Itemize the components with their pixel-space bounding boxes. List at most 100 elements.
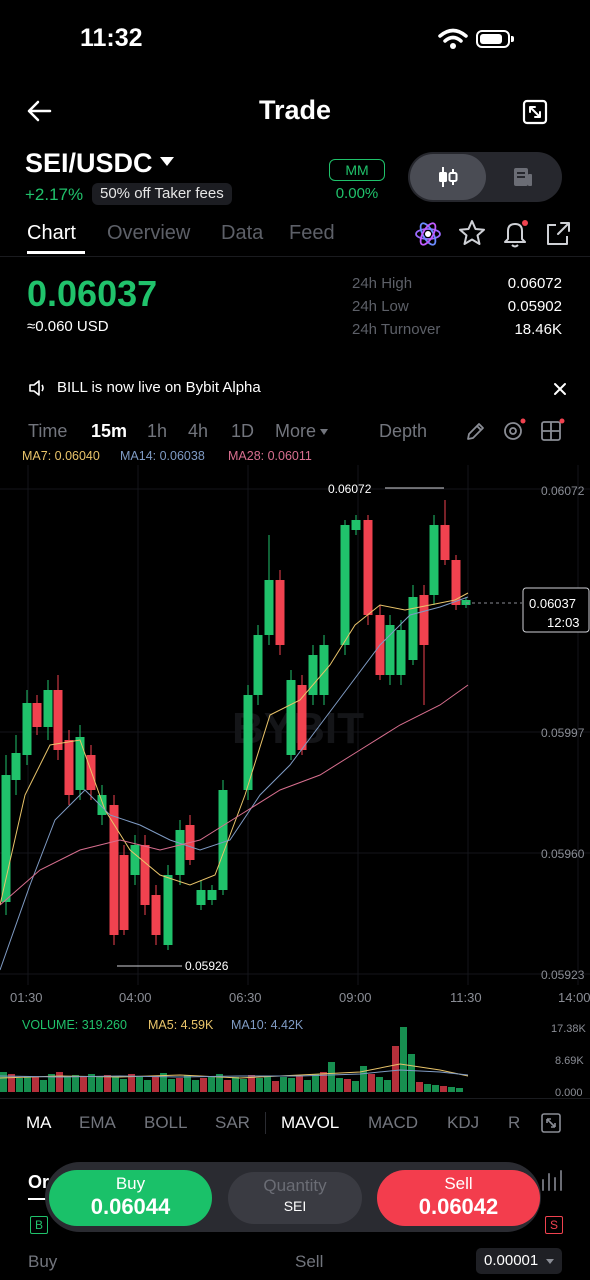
indicator-settings-icon[interactable]: [501, 417, 527, 443]
volume-bar: [392, 1046, 399, 1092]
orderbook-icon[interactable]: [512, 166, 534, 188]
volume-bar: [424, 1084, 431, 1092]
layout-grid-icon[interactable]: [540, 417, 566, 443]
volume-bar: [288, 1078, 295, 1092]
volume-bar: [200, 1078, 207, 1092]
tick-size-select[interactable]: 0.00001: [476, 1248, 562, 1274]
candle-body: [440, 525, 450, 560]
current-price-text: 0.06037: [529, 596, 576, 611]
volume-bar: [304, 1080, 311, 1092]
tab-chart[interactable]: Chart: [27, 222, 76, 245]
volume-bar: [344, 1079, 351, 1092]
buy-button[interactable]: Buy 0.06044: [49, 1170, 212, 1226]
ind-boll[interactable]: BOLL: [144, 1113, 187, 1133]
vol-tick: 0.000: [555, 1087, 583, 1096]
divider: [0, 1098, 590, 1099]
candle-body: [151, 895, 161, 935]
view-toggle[interactable]: [408, 152, 562, 202]
ind-ma[interactable]: MA: [26, 1113, 52, 1133]
pair-symbol[interactable]: SEI/USDC: [25, 148, 153, 179]
buy-label: Buy: [115, 1174, 146, 1193]
ind-macd[interactable]: MACD: [368, 1113, 418, 1133]
candle-body: [119, 855, 129, 930]
tf-more[interactable]: More: [275, 421, 316, 442]
x-tick: 11:30: [450, 990, 482, 1005]
tab-feed[interactable]: Feed: [289, 222, 335, 245]
mm-badge[interactable]: MM: [329, 159, 385, 181]
candle-body: [363, 520, 373, 615]
candle-body: [64, 740, 74, 795]
volume-bar: [56, 1072, 63, 1092]
volume-bar: [384, 1080, 391, 1092]
y-tick: 0.05997: [541, 726, 585, 740]
tf-1d[interactable]: 1D: [231, 421, 254, 442]
volume-bar: [296, 1076, 303, 1092]
ind-kdj[interactable]: KDJ: [447, 1113, 479, 1133]
candle-body: [396, 630, 406, 675]
candlestick-icon: [439, 167, 458, 187]
ind-mavol[interactable]: MAVOL: [281, 1113, 339, 1133]
candlestick-chart[interactable]: BYBIT 0.06072 0.05926 0.06037 12:03 0.06…: [0, 465, 590, 985]
expand-icon[interactable]: [522, 99, 548, 125]
x-tick: 04:00: [119, 990, 152, 1005]
candle-body: [53, 690, 63, 750]
volume-chart[interactable]: 17.38K 8.69K 0.000: [0, 1020, 590, 1096]
volume-bar: [208, 1076, 215, 1092]
volume-bar: [408, 1054, 415, 1092]
volume-bar: [104, 1075, 111, 1092]
pencil-icon[interactable]: [464, 421, 486, 443]
ind-ema[interactable]: EMA: [79, 1113, 116, 1133]
alert-bell-icon[interactable]: [502, 219, 530, 249]
ai-atom-icon[interactable]: [414, 220, 442, 248]
view-toggle-chart[interactable]: [410, 154, 486, 200]
chart-bars-icon[interactable]: [540, 1168, 566, 1192]
star-icon[interactable]: [458, 219, 486, 247]
sell-label: Sell: [444, 1174, 473, 1193]
fullscreen-icon[interactable]: [540, 1112, 562, 1134]
candle-body: [22, 703, 32, 755]
ind-more[interactable]: R: [508, 1113, 520, 1133]
candle-body: [175, 830, 185, 875]
tab-data[interactable]: Data: [221, 222, 263, 245]
volume-bar: [176, 1078, 183, 1092]
volume-bar: [120, 1079, 127, 1092]
sell-button[interactable]: Sell 0.06042: [377, 1170, 540, 1226]
tab-overview[interactable]: Overview: [107, 222, 190, 245]
share-icon[interactable]: [544, 220, 572, 248]
candle-body: [253, 635, 263, 695]
low-marker-label: 0.05926: [185, 959, 229, 973]
x-tick: 09:00: [339, 990, 372, 1005]
quantity-button[interactable]: Quantity SEI: [228, 1172, 362, 1224]
volume-bar: [264, 1076, 271, 1092]
tf-time[interactable]: Time: [28, 421, 67, 442]
tf-4h[interactable]: 4h: [188, 421, 208, 442]
tf-1h[interactable]: 1h: [147, 421, 167, 442]
ma28-value: MA28: 0.06011: [228, 449, 312, 463]
volume-bar: [64, 1076, 71, 1092]
vol-tick: 8.69K: [555, 1055, 584, 1067]
high-label: 24h High: [352, 275, 413, 292]
volume-bar: [416, 1082, 423, 1092]
status-time: 11:32: [80, 24, 143, 52]
candle-body: [207, 890, 217, 900]
candle-body: [340, 525, 350, 645]
volume-bar: [280, 1077, 287, 1092]
candle-body: [163, 875, 173, 945]
ind-sar[interactable]: SAR: [215, 1113, 250, 1133]
low-label: 24h Low: [352, 298, 409, 315]
tf-15m[interactable]: 15m: [91, 421, 127, 442]
candle-body: [97, 795, 107, 815]
volume-bar: [240, 1079, 247, 1092]
candle-body: [43, 690, 53, 727]
high-marker-label: 0.06072: [328, 482, 372, 496]
tf-depth[interactable]: Depth: [379, 421, 427, 442]
volume-bar: [352, 1081, 359, 1092]
close-icon[interactable]: [553, 382, 567, 396]
y-tick: 0.06072: [541, 484, 585, 498]
fee-badge[interactable]: 50% off Taker fees: [92, 183, 232, 205]
announcement-text[interactable]: BILL is now live on Bybit Alpha: [57, 379, 261, 396]
candle-body: [319, 645, 329, 695]
volume-bar: [400, 1027, 407, 1092]
x-tick: 01:30: [10, 990, 43, 1005]
pair-dropdown-icon[interactable]: [160, 157, 174, 166]
